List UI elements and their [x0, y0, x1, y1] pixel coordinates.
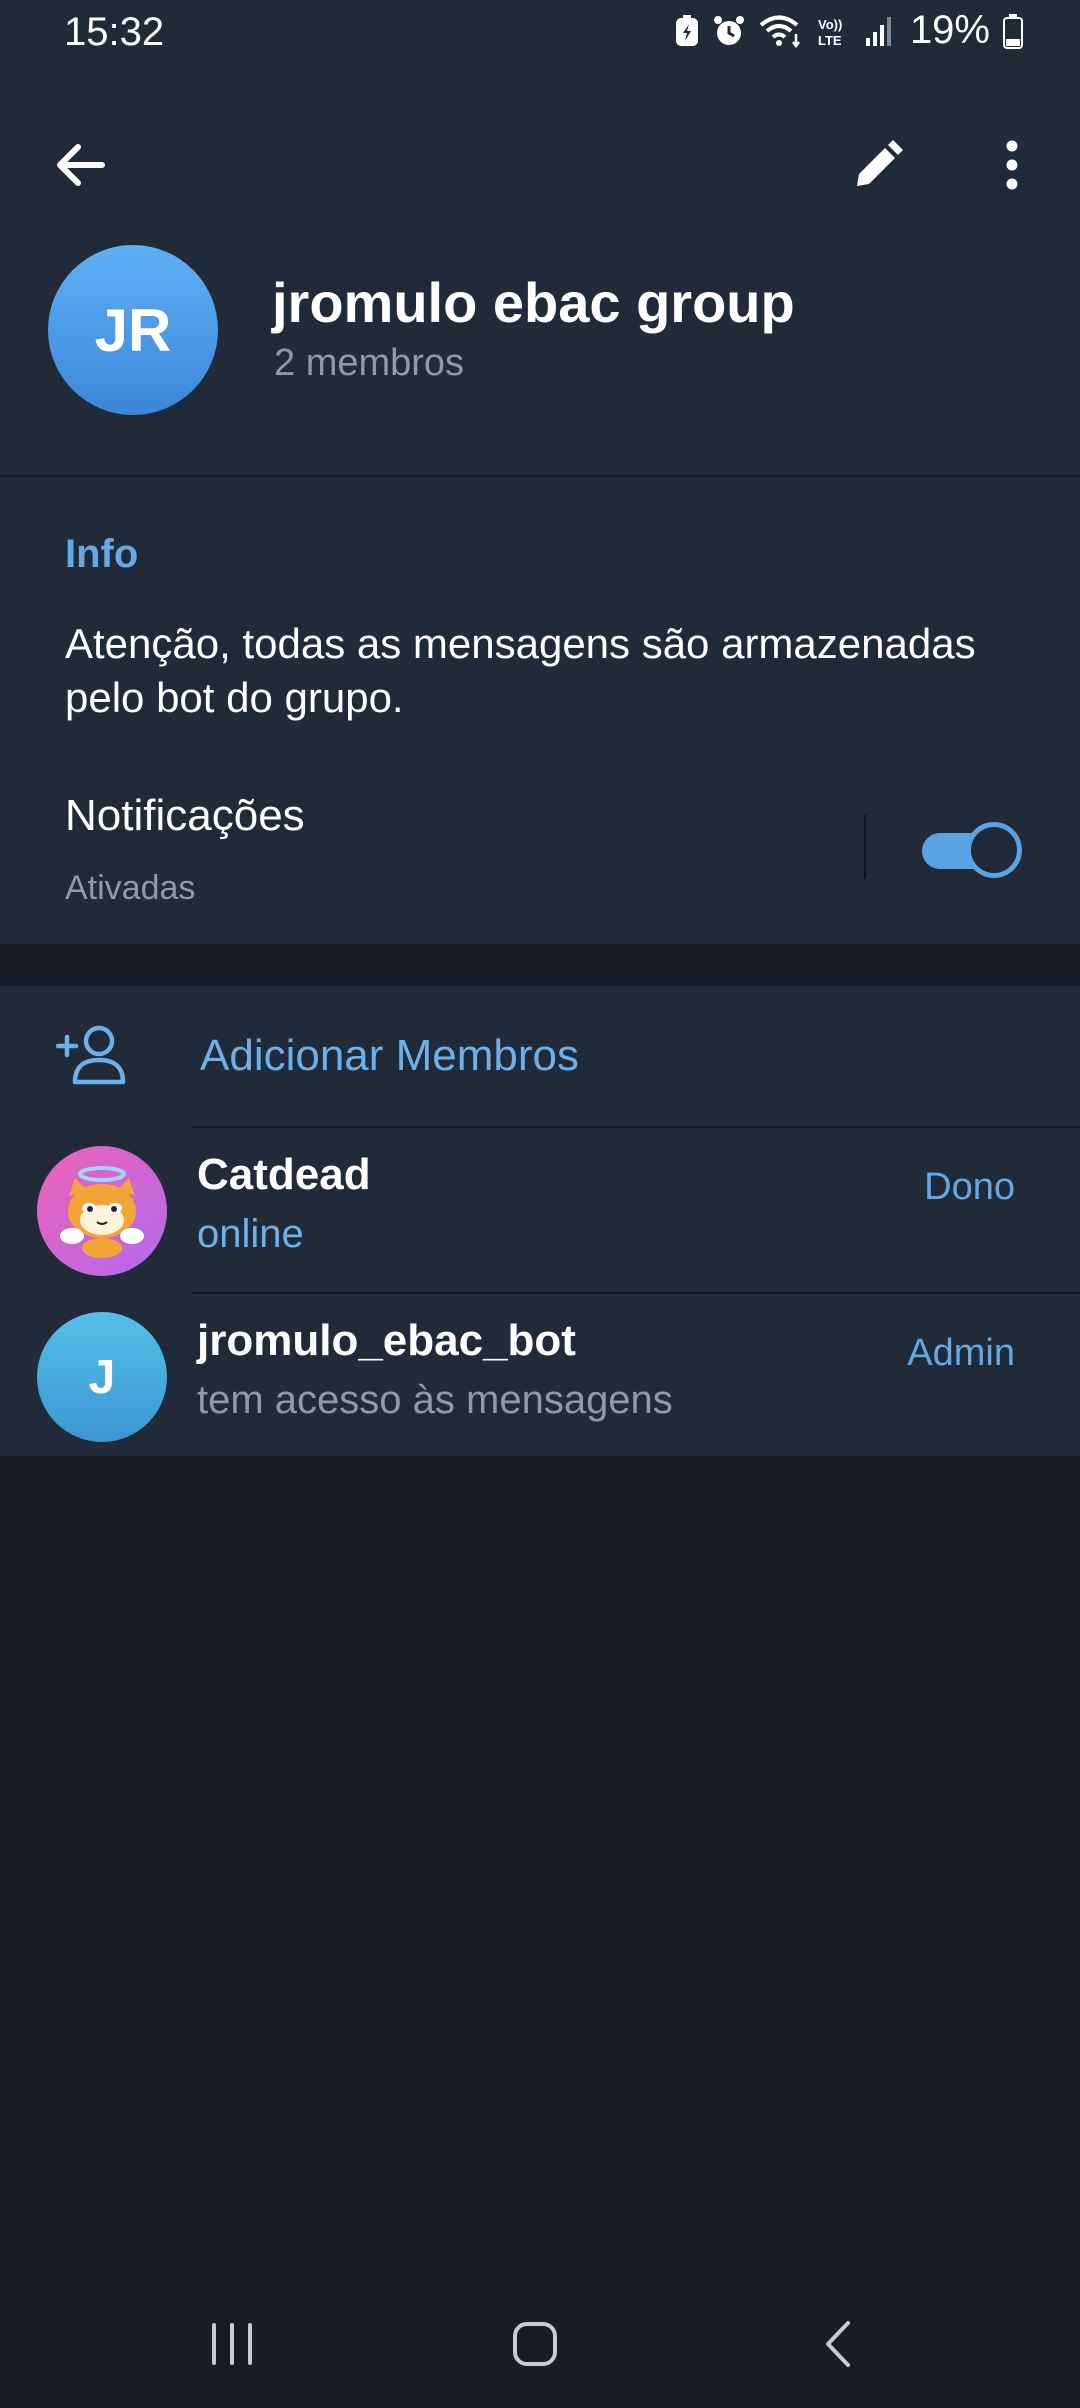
pencil-icon — [857, 140, 903, 186]
more-options-button[interactable] — [972, 125, 1052, 205]
member-name: jromulo_ebac_bot — [197, 1316, 576, 1365]
notifications-title: Notificações — [65, 791, 305, 840]
member-role-badge: Admin — [907, 1332, 1015, 1374]
signal-icon — [865, 16, 891, 46]
group-avatar[interactable]: JR — [48, 245, 218, 415]
member-status: online — [197, 1212, 304, 1256]
member-status: tem acesso às mensagens — [197, 1378, 673, 1422]
cat-sticker-icon — [60, 1166, 144, 1258]
notifications-status: Ativadas — [65, 869, 196, 907]
home-button[interactable] — [455, 2280, 615, 2408]
cat-sticker-avatar — [37, 1146, 167, 1276]
member-row-catdead[interactable]: Catdead online Dono — [0, 1128, 1080, 1290]
recent-apps-button[interactable] — [152, 2280, 312, 2408]
volte-icon: Vo)) LTE — [818, 17, 842, 48]
status-bar: 15:32 Vo)) LTE 19% — [0, 0, 1080, 70]
svg-text:LTE: LTE — [818, 33, 842, 48]
edit-button[interactable] — [838, 125, 918, 205]
bot-avatar: J — [37, 1312, 167, 1442]
system-nav-bar — [0, 2280, 1080, 2408]
group-header: JR jromulo ebac group 2 membros — [0, 70, 1080, 475]
members-section: Adicionar Membros Catdead online Dono J … — [0, 986, 1080, 1456]
member-count: 2 membros — [274, 342, 465, 384]
divider — [864, 815, 866, 879]
status-icons: Vo)) LTE 19% — [674, 8, 1024, 53]
status-time: 15:32 — [64, 10, 165, 54]
member-role-badge: Dono — [924, 1166, 1015, 1208]
home-icon — [513, 2322, 557, 2366]
group-title: jromulo ebac group — [272, 271, 795, 334]
back-button[interactable] — [40, 125, 120, 205]
member-name: Catdead — [197, 1150, 371, 1199]
recent-apps-icon — [212, 2323, 252, 2365]
add-members-label: Adicionar Membros — [200, 1031, 580, 1080]
system-back-button[interactable] — [758, 2280, 918, 2408]
more-vertical-icon — [1006, 140, 1018, 190]
svg-text:Vo)): Vo)) — [818, 17, 842, 32]
add-members-button[interactable]: Adicionar Membros — [0, 986, 1080, 1126]
group-description[interactable]: Atenção, todas as mensagens são armazena… — [65, 617, 1025, 725]
add-user-icon — [55, 1025, 126, 1085]
battery-saver-icon — [675, 14, 698, 46]
back-icon — [826, 2321, 850, 2367]
back-arrow-icon — [57, 144, 105, 186]
battery-icon — [1003, 13, 1023, 49]
battery-percentage: 19% — [909, 8, 990, 52]
info-heading: Info — [65, 532, 139, 576]
member-row-bot[interactable]: J jromulo_ebac_bot tem acesso às mensage… — [0, 1294, 1080, 1456]
alarm-icon — [713, 15, 744, 45]
notifications-toggle[interactable] — [922, 822, 1022, 878]
wifi-icon — [759, 15, 800, 48]
toggle-thumb — [966, 822, 1022, 878]
info-section: Info Atenção, todas as mensagens são arm… — [0, 477, 1080, 944]
